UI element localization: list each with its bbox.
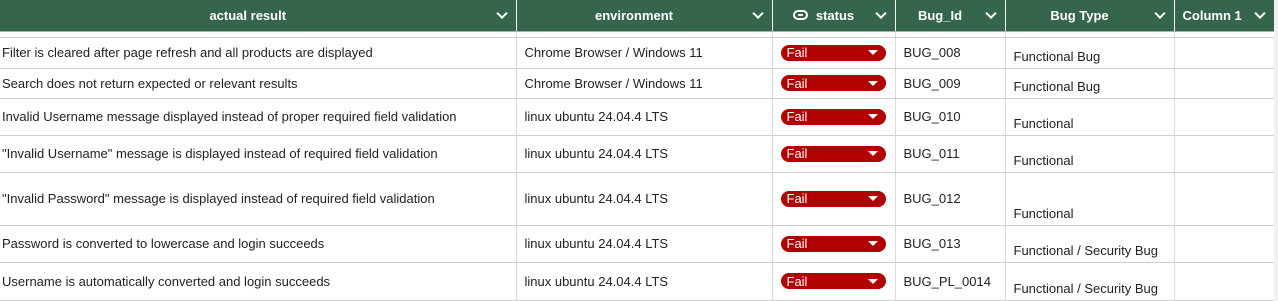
status-cell[interactable]: Fail bbox=[772, 225, 896, 263]
bug-table: actual result environment status Bug_Id bbox=[0, 0, 1275, 301]
status-chip-label: Fail bbox=[786, 109, 808, 124]
triangle-down-icon bbox=[867, 50, 878, 55]
environment-cell[interactable]: linux ubuntu 24.04.4 LTS bbox=[516, 172, 773, 226]
triangle-down-icon bbox=[867, 241, 878, 246]
column-header-label: Bug Type bbox=[1050, 7, 1109, 23]
status-cell[interactable]: Fail bbox=[772, 135, 896, 173]
status-dropdown-chip[interactable]: Fail bbox=[780, 44, 886, 61]
triangle-down-icon bbox=[867, 80, 878, 86]
chevron-down-icon[interactable] bbox=[874, 7, 887, 20]
status-cell[interactable]: Fail bbox=[772, 68, 896, 99]
bug-id-cell[interactable]: BUG_012 bbox=[895, 172, 1006, 226]
bug-id-cell[interactable]: BUG_008 bbox=[895, 37, 1006, 69]
environment-cell[interactable]: Chrome Browser / Windows 11 bbox=[516, 37, 773, 69]
bug-type-cell[interactable]: Functional Bug bbox=[1005, 37, 1175, 69]
table-row: Username is automatically converted and … bbox=[0, 262, 1275, 301]
bug-type-cell[interactable]: Functional Bug bbox=[1005, 68, 1175, 99]
column-header-label: Column 1 bbox=[1182, 7, 1242, 23]
column-header-label: Bug_Id bbox=[917, 7, 963, 23]
status-chip-label: Fail bbox=[786, 191, 808, 206]
column-header-bug-type[interactable]: Bug Type bbox=[1005, 0, 1175, 32]
actual-result-cell[interactable]: "Invalid Username" message is displayed … bbox=[0, 135, 517, 173]
column-header-environment[interactable]: environment bbox=[516, 0, 773, 32]
column-1-cell[interactable] bbox=[1174, 262, 1275, 301]
status-chip-label: Fail bbox=[786, 146, 808, 161]
bug-id-cell[interactable]: BUG_PL_0014 bbox=[895, 262, 1006, 301]
column-header-actual-result[interactable]: actual result bbox=[0, 0, 517, 32]
header-row: actual result environment status Bug_Id bbox=[0, 0, 1275, 32]
chip-icon bbox=[792, 10, 808, 20]
bug-type-cell[interactable]: Functional bbox=[1005, 135, 1175, 173]
actual-result-cell[interactable]: Username is automatically converted and … bbox=[0, 262, 517, 301]
chevron-down-icon[interactable] bbox=[1253, 7, 1266, 20]
actual-result-cell[interactable]: Password is converted to lowercase and l… bbox=[0, 225, 517, 263]
status-dropdown-chip[interactable]: Fail bbox=[780, 75, 886, 91]
environment-cell[interactable]: linux ubuntu 24.04.4 LTS bbox=[516, 225, 773, 263]
column-1-cell[interactable] bbox=[1174, 172, 1275, 226]
table-row: "Invalid Username" message is displayed … bbox=[0, 135, 1275, 173]
status-dropdown-chip[interactable]: Fail bbox=[780, 273, 886, 289]
status-dropdown-chip[interactable]: Fail bbox=[780, 145, 886, 162]
chevron-down-icon[interactable] bbox=[495, 7, 508, 20]
column-1-cell[interactable] bbox=[1174, 135, 1275, 173]
status-cell[interactable]: Fail bbox=[772, 37, 896, 69]
bug-type-cell[interactable]: Functional / Security Bug bbox=[1005, 225, 1175, 263]
column-1-cell[interactable] bbox=[1174, 98, 1275, 136]
status-chip-label: Fail bbox=[786, 273, 808, 289]
status-dropdown-chip[interactable]: Fail bbox=[780, 235, 886, 252]
triangle-down-icon bbox=[867, 114, 878, 119]
table-row: Filter is cleared after page refresh and… bbox=[0, 37, 1275, 69]
column-header-column-1[interactable]: Column 1 bbox=[1174, 0, 1275, 32]
chevron-down-icon[interactable] bbox=[751, 7, 764, 20]
column-1-cell[interactable] bbox=[1174, 68, 1275, 99]
actual-result-cell[interactable]: Search does not return expected or relev… bbox=[0, 68, 517, 99]
actual-result-cell[interactable]: "Invalid Password" message is displayed … bbox=[0, 172, 517, 226]
table-row: "Invalid Password" message is displayed … bbox=[0, 172, 1275, 226]
column-header-label: status bbox=[815, 7, 855, 23]
bug-type-cell[interactable]: Functional / Security Bug bbox=[1005, 262, 1175, 301]
status-chip-label: Fail bbox=[786, 236, 808, 251]
column-1-cell[interactable] bbox=[1174, 225, 1275, 263]
status-dropdown-chip[interactable]: Fail bbox=[780, 108, 886, 125]
triangle-down-icon bbox=[867, 196, 878, 201]
actual-result-cell[interactable]: Invalid Username message displayed inste… bbox=[0, 98, 517, 136]
environment-cell[interactable]: linux ubuntu 24.04.4 LTS bbox=[516, 262, 773, 301]
bug-id-cell[interactable]: BUG_009 bbox=[895, 68, 1006, 99]
status-chip-label: Fail bbox=[786, 45, 808, 60]
chevron-down-icon[interactable] bbox=[1153, 7, 1166, 20]
bug-report-table-view: actual result environment status Bug_Id bbox=[0, 0, 1278, 301]
status-cell[interactable]: Fail bbox=[772, 172, 896, 226]
bug-type-cell[interactable]: Functional bbox=[1005, 98, 1175, 136]
environment-cell[interactable]: linux ubuntu 24.04.4 LTS bbox=[516, 98, 773, 136]
status-cell[interactable]: Fail bbox=[772, 262, 896, 301]
column-header-status[interactable]: status bbox=[772, 0, 896, 32]
bug-id-cell[interactable]: BUG_010 bbox=[895, 98, 1006, 136]
environment-cell[interactable]: Chrome Browser / Windows 11 bbox=[516, 68, 773, 99]
column-header-label: environment bbox=[594, 7, 673, 23]
table-row: Password is converted to lowercase and l… bbox=[0, 225, 1275, 263]
triangle-down-icon bbox=[867, 278, 878, 284]
chevron-down-icon[interactable] bbox=[984, 7, 997, 20]
table-row: Search does not return expected or relev… bbox=[0, 68, 1275, 99]
triangle-down-icon bbox=[867, 151, 878, 156]
actual-result-cell[interactable]: Filter is cleared after page refresh and… bbox=[0, 37, 517, 69]
status-chip-label: Fail bbox=[786, 75, 808, 91]
table-row: Invalid Username message displayed inste… bbox=[0, 98, 1275, 136]
status-cell[interactable]: Fail bbox=[772, 98, 896, 136]
column-header-label: actual result bbox=[209, 7, 287, 23]
vertical-scrollbar[interactable] bbox=[1274, 0, 1278, 301]
environment-cell[interactable]: linux ubuntu 24.04.4 LTS bbox=[516, 135, 773, 173]
bug-id-cell[interactable]: BUG_011 bbox=[895, 135, 1006, 173]
bug-type-cell[interactable]: Functional bbox=[1005, 172, 1175, 226]
column-header-bug-id[interactable]: Bug_Id bbox=[895, 0, 1006, 32]
status-dropdown-chip[interactable]: Fail bbox=[780, 190, 886, 207]
column-1-cell[interactable] bbox=[1174, 37, 1275, 69]
bug-id-cell[interactable]: BUG_013 bbox=[895, 225, 1006, 263]
